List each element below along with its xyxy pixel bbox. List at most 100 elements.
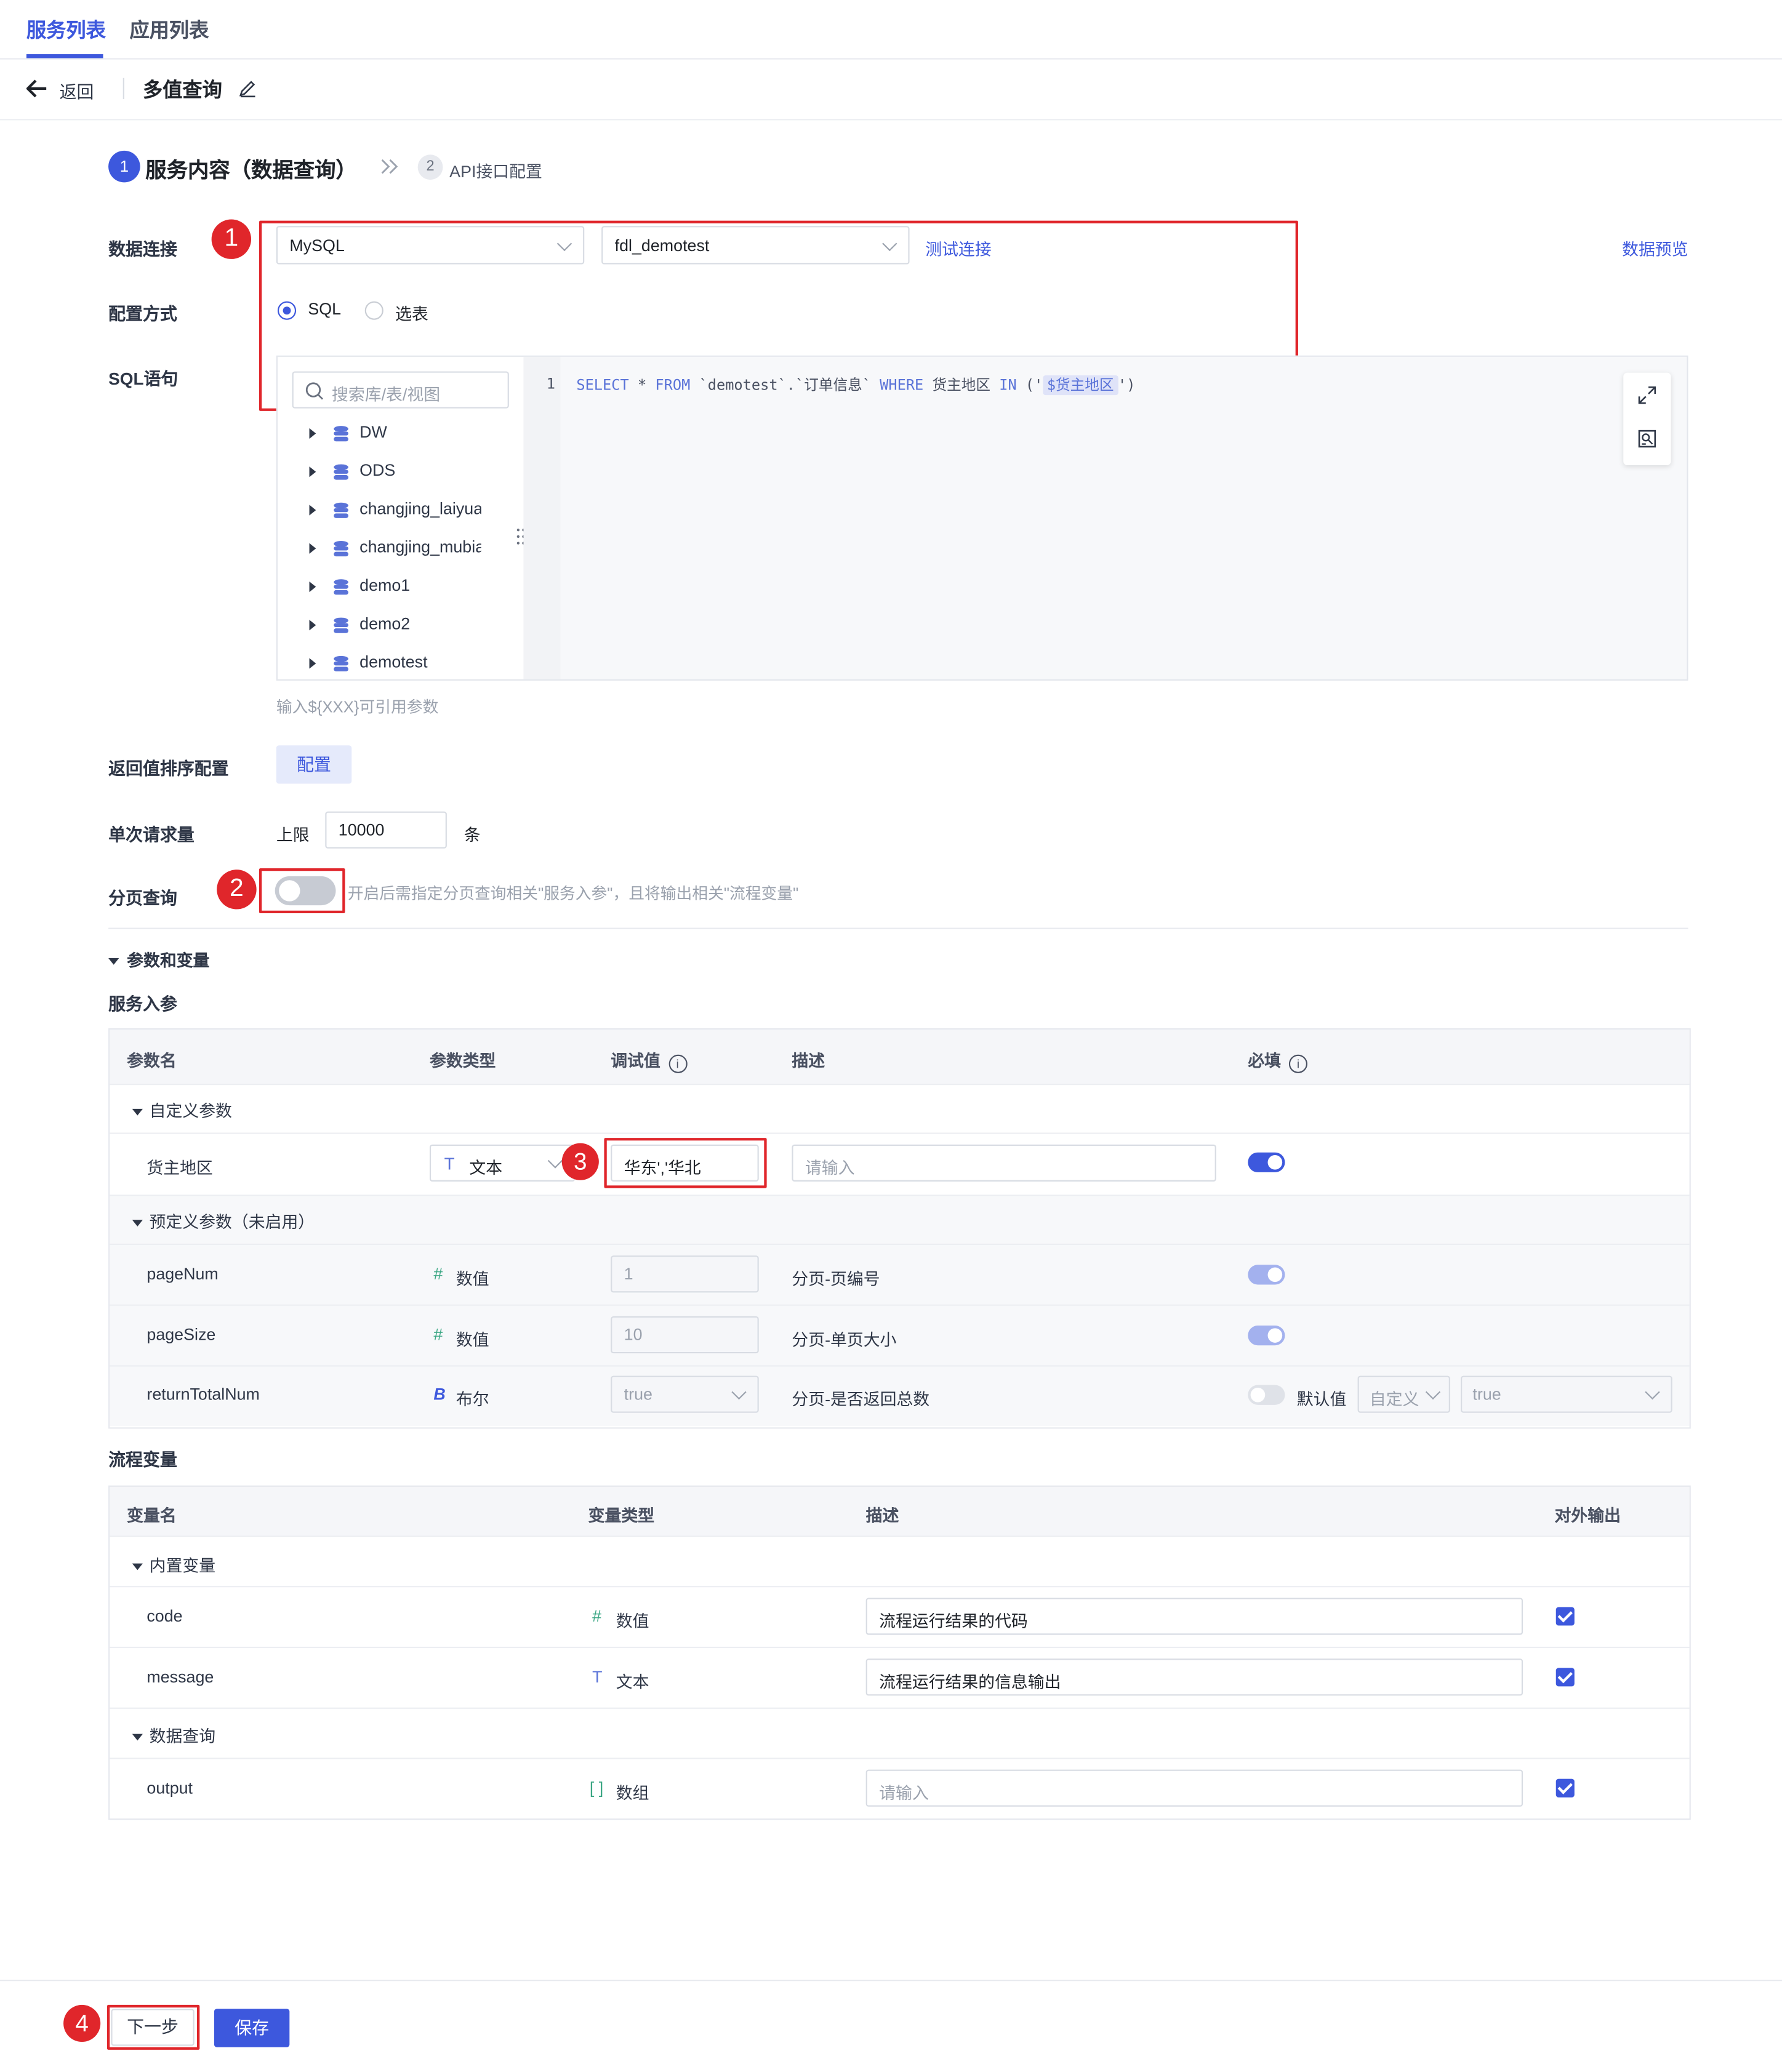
group-custom-params[interactable]: 自定义参数 bbox=[132, 1097, 232, 1122]
test-connection-link[interactable]: 测试连接 bbox=[925, 235, 991, 260]
tree-item-label: ODS bbox=[359, 461, 396, 480]
param-description: 分页-单页大小 bbox=[792, 1330, 897, 1350]
page-title: 多值查询 bbox=[142, 79, 222, 102]
var-description-input[interactable]: 流程运行结果的信息输出 bbox=[865, 1658, 1523, 1696]
back-button[interactable]: 返回 bbox=[26, 77, 106, 102]
table-header bbox=[110, 1029, 1690, 1084]
edit-icon[interactable] bbox=[238, 79, 257, 98]
annotation-3: 3 bbox=[561, 1143, 599, 1180]
chevron-down-icon bbox=[556, 235, 572, 251]
next-step-button[interactable]: 下一步 bbox=[111, 2009, 195, 2046]
sql-editor-panel: 搜索库/表/视图 DW ODS changjing_laiyuan changj… bbox=[276, 355, 1688, 681]
data-preview-link[interactable]: 数据预览 bbox=[1622, 235, 1688, 260]
save-button[interactable]: 保存 bbox=[214, 2009, 290, 2047]
description-input[interactable]: 请输入 bbox=[792, 1144, 1216, 1182]
output-checkbox[interactable] bbox=[1555, 1668, 1575, 1687]
col-debug-value-label: 调试值 bbox=[611, 1052, 660, 1071]
sql-code-area[interactable]: SELECT * FROM `demotest`.`订单信息` WHERE 货主… bbox=[560, 356, 1687, 679]
col-param-name: 参数名 bbox=[127, 1052, 177, 1071]
caret-right-icon bbox=[309, 466, 316, 478]
expand-icon[interactable] bbox=[1638, 386, 1656, 404]
row-divider bbox=[110, 1535, 1690, 1537]
output-checkbox[interactable] bbox=[1555, 1607, 1575, 1626]
debug-value: 1 bbox=[624, 1265, 633, 1284]
var-type: 文本 bbox=[616, 1673, 649, 1692]
group-label: 预定义参数（未启用） bbox=[149, 1213, 315, 1232]
step-2-label[interactable]: API接口配置 bbox=[449, 158, 542, 183]
params-section-toggle[interactable]: 参数和变量 bbox=[108, 946, 209, 972]
caret-down-icon bbox=[132, 1563, 143, 1570]
group-label: 数据查询 bbox=[149, 1727, 216, 1746]
param-description: 分页-是否返回总数 bbox=[792, 1390, 930, 1409]
flow-vars-table: 变量名 变量类型 描述 对外输出 内置变量 code # 数值 流程运行结果的代… bbox=[108, 1485, 1691, 1820]
number-type-icon: # bbox=[592, 1607, 602, 1626]
debug-value-select: true bbox=[611, 1375, 759, 1413]
col-debug-value: 调试值 i bbox=[611, 1047, 687, 1073]
param-type-value: 布尔 bbox=[456, 1390, 489, 1409]
radio-sql[interactable] bbox=[277, 301, 297, 320]
sql-text: `demotest`.`订单信息` bbox=[690, 377, 880, 394]
db-type-select[interactable]: MySQL bbox=[276, 226, 585, 265]
annotation-4: 4 bbox=[63, 2004, 101, 2042]
db-type-value: MySQL bbox=[289, 236, 345, 255]
tree-item-label: demo1 bbox=[359, 576, 411, 595]
var-description-input[interactable]: 流程运行结果的代码 bbox=[865, 1598, 1523, 1635]
table-row: code # 数值 流程运行结果的代码 bbox=[110, 1587, 1689, 1647]
annotation-2: 2 bbox=[217, 870, 257, 910]
caret-right-icon bbox=[309, 428, 316, 439]
toggle-knob bbox=[1250, 1387, 1266, 1402]
paging-hint: 开启后需指定分页查询相关"服务入参"，且将输出相关"流程变量" bbox=[347, 884, 799, 903]
row-divider bbox=[110, 1707, 1690, 1709]
limit-suffix: 条 bbox=[464, 826, 481, 845]
arrow-left-icon bbox=[26, 79, 47, 98]
paging-toggle[interactable] bbox=[275, 876, 336, 906]
tree-item-label: DW bbox=[359, 423, 387, 442]
output-checkbox[interactable] bbox=[1555, 1778, 1575, 1798]
group-builtin-vars[interactable]: 内置变量 bbox=[132, 1551, 215, 1577]
var-description-input[interactable]: 请输入 bbox=[865, 1769, 1523, 1807]
group-label: 自定义参数 bbox=[149, 1102, 232, 1121]
tree-search-input[interactable]: 搜索库/表/视图 bbox=[292, 371, 509, 409]
sort-config-button[interactable]: 配置 bbox=[276, 745, 352, 784]
radio-table[interactable] bbox=[364, 301, 383, 320]
param-type-select[interactable]: T 文本 bbox=[429, 1144, 576, 1182]
required-toggle[interactable] bbox=[1248, 1152, 1285, 1172]
col-param-type: 参数类型 bbox=[429, 1052, 496, 1071]
chevron-down-icon bbox=[731, 1385, 747, 1400]
sql-text: 货主地区 bbox=[923, 377, 1000, 394]
search-placeholder: 搜索库/表/视图 bbox=[332, 386, 441, 405]
table-row: returnTotalNum B 布尔 true 分页-是否返回总数 默认值 自… bbox=[110, 1367, 1689, 1426]
group-predefined-params[interactable]: 预定义参数（未启用） bbox=[132, 1208, 315, 1233]
caret-right-icon bbox=[309, 658, 316, 669]
tab-service-list[interactable]: 服务列表 bbox=[26, 16, 106, 44]
caret-right-icon bbox=[309, 581, 316, 593]
group-query-vars[interactable]: 数据查询 bbox=[132, 1722, 215, 1747]
table-header bbox=[110, 1487, 1690, 1536]
double-chevron-icon bbox=[381, 159, 398, 174]
limit-prefix: 上限 bbox=[276, 826, 310, 845]
format-icon[interactable] bbox=[1638, 430, 1656, 448]
col-var-description: 描述 bbox=[865, 1506, 899, 1526]
sql-label: SQL语句 bbox=[108, 369, 179, 389]
toggle-knob bbox=[279, 880, 300, 902]
info-icon: i bbox=[1288, 1054, 1308, 1073]
flow-vars-title: 流程变量 bbox=[108, 1449, 177, 1470]
required-toggle bbox=[1248, 1265, 1285, 1285]
limit-input[interactable]: 10000 bbox=[325, 811, 447, 849]
toggle-knob bbox=[1267, 1328, 1283, 1343]
param-name: pageSize bbox=[146, 1326, 216, 1345]
caret-down-icon bbox=[132, 1220, 143, 1226]
db-name-select[interactable]: fdl_demotest bbox=[601, 226, 910, 265]
debug-value-input: 10 bbox=[611, 1316, 759, 1354]
info-icon: i bbox=[668, 1054, 687, 1073]
sql-keyword: FROM bbox=[655, 377, 691, 394]
table-row: message T 文本 流程运行结果的信息输出 bbox=[110, 1648, 1689, 1708]
step-1-label: 服务内容（数据查询） bbox=[145, 159, 357, 183]
sql-param-chip[interactable]: $货主地区 bbox=[1043, 375, 1118, 396]
toggle-knob bbox=[1267, 1155, 1283, 1170]
sql-keyword: SELECT bbox=[576, 377, 629, 394]
default-value: true bbox=[1472, 1385, 1501, 1404]
tab-app-list[interactable]: 应用列表 bbox=[129, 16, 209, 44]
toggle-knob bbox=[1267, 1267, 1283, 1282]
param-type-value: 数值 bbox=[456, 1270, 489, 1289]
